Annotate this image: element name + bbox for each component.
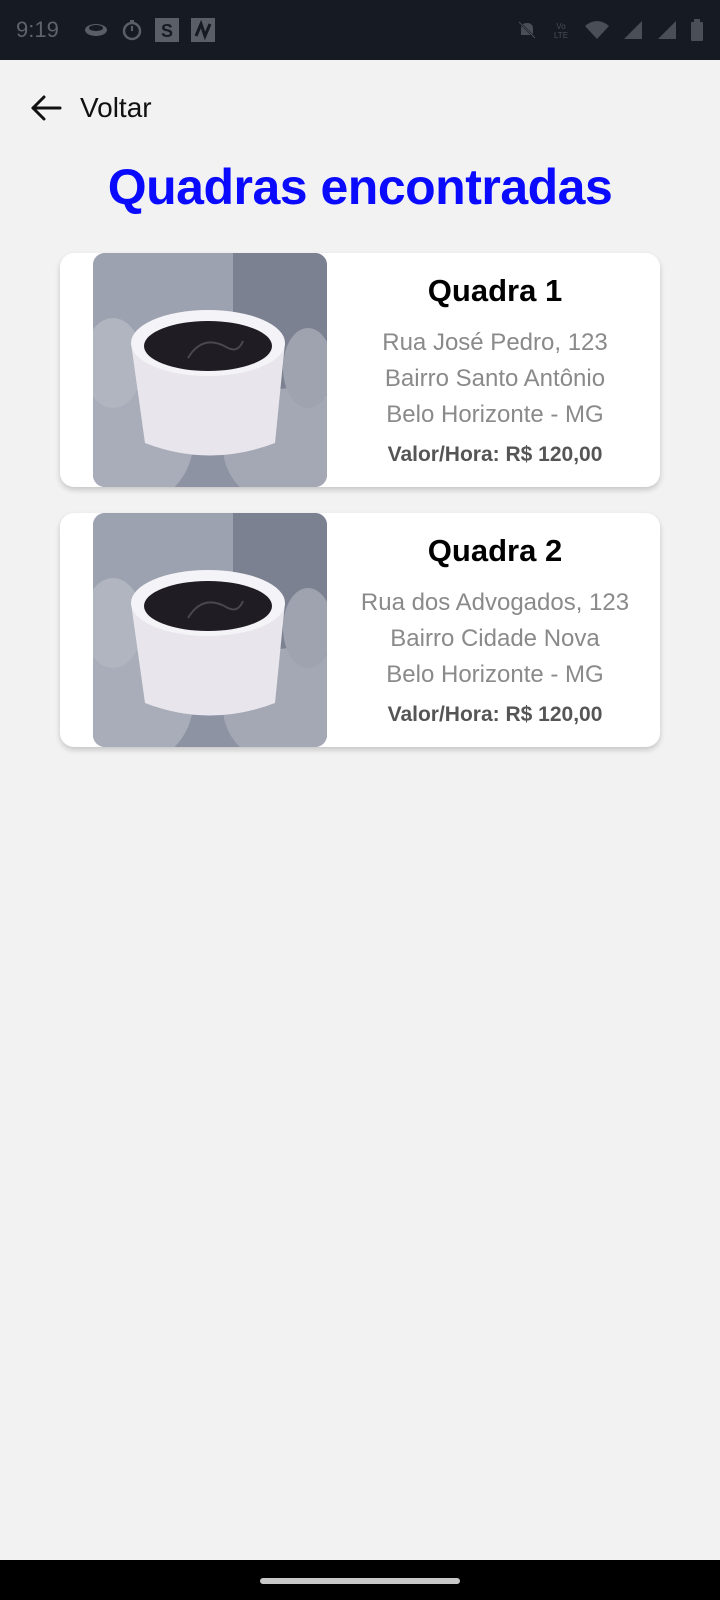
status-time: 9:19 xyxy=(16,17,59,42)
court-city: Belo Horizonte - MG xyxy=(386,661,604,688)
signal-icon xyxy=(622,20,644,40)
mute-icon xyxy=(516,19,538,41)
svg-text:S: S xyxy=(161,21,173,41)
lte-icon: Vo LTE xyxy=(550,19,572,41)
court-image xyxy=(93,513,327,747)
status-system-icons: Vo LTE xyxy=(516,19,704,41)
court-name: Quadra 2 xyxy=(427,533,563,568)
court-price: Valor/Hora: R$ 120,00 xyxy=(387,443,603,466)
page-title: Quadras encontradas xyxy=(107,159,613,215)
court-street: Rua José Pedro, 123 xyxy=(382,329,608,356)
court-city: Belo Horizonte - MG xyxy=(386,401,604,428)
court-image xyxy=(93,253,327,487)
court-info: Quadra 1 Rua José Pedro, 123 Bairro Sant… xyxy=(350,253,660,487)
court-price: Valor/Hora: R$ 120,00 xyxy=(387,703,603,726)
court-card[interactable]: Quadra 2 Rua dos Advogados, 123 Bairro C… xyxy=(60,513,660,747)
s-app-icon: S xyxy=(154,18,179,42)
timer-icon xyxy=(121,19,143,41)
app-notification-icon xyxy=(83,20,109,40)
back-label: Voltar xyxy=(80,92,152,123)
top-bar: Voltar xyxy=(0,80,720,136)
status-notification-icons: S xyxy=(83,18,215,42)
court-street: Rua dos Advogados, 123 xyxy=(360,589,630,616)
wifi-icon xyxy=(584,20,610,40)
home-indicator[interactable] xyxy=(260,1578,460,1584)
court-neighborhood: Bairro Cidade Nova xyxy=(390,625,600,652)
court-card[interactable]: Quadra 1 Rua José Pedro, 123 Bairro Sant… xyxy=(60,253,660,487)
court-neighborhood: Bairro Santo Antônio xyxy=(384,365,606,392)
svg-text:LTE: LTE xyxy=(554,31,568,40)
court-address: Rua dos Advogados, 123 Bairro Cidade Nov… xyxy=(350,585,640,693)
court-info: Quadra 2 Rua dos Advogados, 123 Bairro C… xyxy=(350,513,660,747)
battery-icon xyxy=(690,19,704,41)
n-app-icon xyxy=(190,18,215,42)
court-name: Quadra 1 xyxy=(427,273,563,308)
back-button[interactable]: Voltar xyxy=(30,92,152,124)
status-bar: 9:19 S Vo LTE xyxy=(0,0,720,60)
svg-text:Vo: Vo xyxy=(556,22,566,31)
signal-icon-2 xyxy=(656,20,678,40)
arrow-left-icon xyxy=(30,94,62,122)
navigation-bar xyxy=(0,1560,720,1600)
court-address: Rua José Pedro, 123 Bairro Santo Antônio… xyxy=(350,325,640,433)
court-list: Quadra 1 Rua José Pedro, 123 Bairro Sant… xyxy=(60,253,660,773)
